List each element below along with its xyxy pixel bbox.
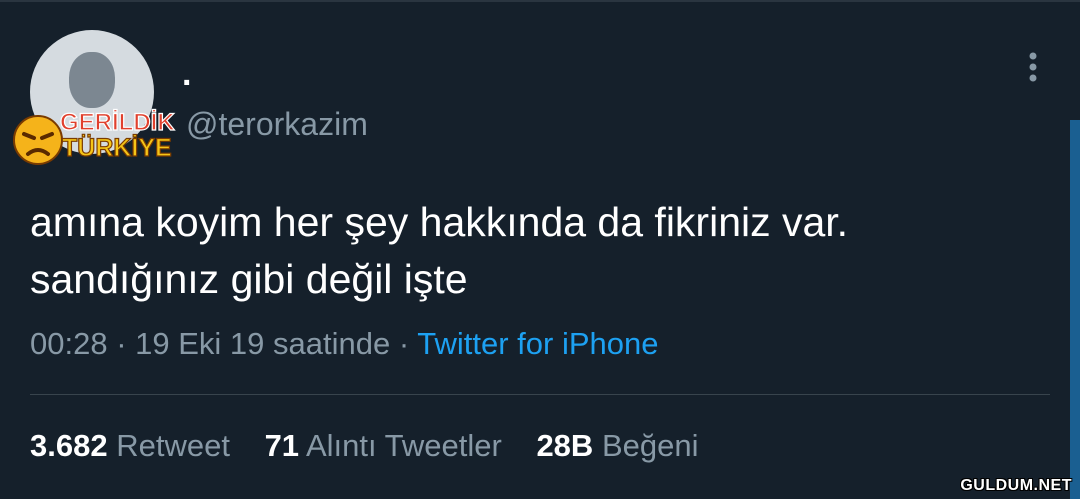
- logo-line1: GERİLDİK: [60, 109, 175, 136]
- tweet-date: 19 Eki 19 saatinde: [135, 326, 391, 361]
- top-divider: [0, 0, 1080, 2]
- tweet-text: amına koyim her şey hakkında da fikriniz…: [30, 194, 1030, 308]
- tweet-text-line1: amına koyim her şey hakkında da fikriniz…: [30, 199, 849, 245]
- tweet-detail-screen: . @terorkazim GERİLDİK TÜRKİYE amına koy…: [0, 0, 1080, 499]
- retweet-number: 3.682: [30, 428, 108, 463]
- more-vertical-icon[interactable]: [1020, 50, 1046, 86]
- quote-number: 71: [264, 428, 300, 463]
- tweet-time: 00:28: [30, 326, 108, 361]
- scrollbar[interactable]: [1070, 120, 1080, 499]
- avatar-silhouette: [69, 52, 115, 108]
- like-label: Beğeni: [601, 428, 699, 463]
- logo-line2: TÜRKİYE: [62, 133, 172, 162]
- quote-label: Alıntı Tweetler: [305, 428, 502, 463]
- like-number: 28B: [536, 428, 594, 463]
- display-name[interactable]: .: [182, 54, 191, 94]
- meta-separator: ·: [398, 326, 410, 361]
- retweet-label: Retweet: [116, 428, 230, 463]
- guldum-watermark: GULDUM.NET: [960, 477, 1072, 494]
- tweet-source-link[interactable]: Twitter for iPhone: [417, 326, 658, 361]
- meta-separator: ·: [116, 326, 127, 361]
- tweet-stats: 3.682 Retweet 71 Alıntı Tweetler 28B Beğ…: [30, 426, 724, 466]
- tweet-meta: 00:28 · 19 Eki 19 saatinde · Twitter for…: [30, 324, 658, 364]
- quote-count[interactable]: 71 Alıntı Tweetler: [265, 426, 502, 466]
- retweet-count[interactable]: 3.682 Retweet: [30, 426, 230, 466]
- like-count[interactable]: 28B Beğeni: [536, 426, 698, 466]
- tweet-text-line2: sandığınız gibi değil işte: [30, 256, 468, 302]
- stats-divider: [30, 394, 1050, 395]
- user-handle[interactable]: @terorkazim: [186, 104, 368, 144]
- gerildik-turkiye-logo: GERİLDİK TÜRKİYE: [13, 108, 176, 165]
